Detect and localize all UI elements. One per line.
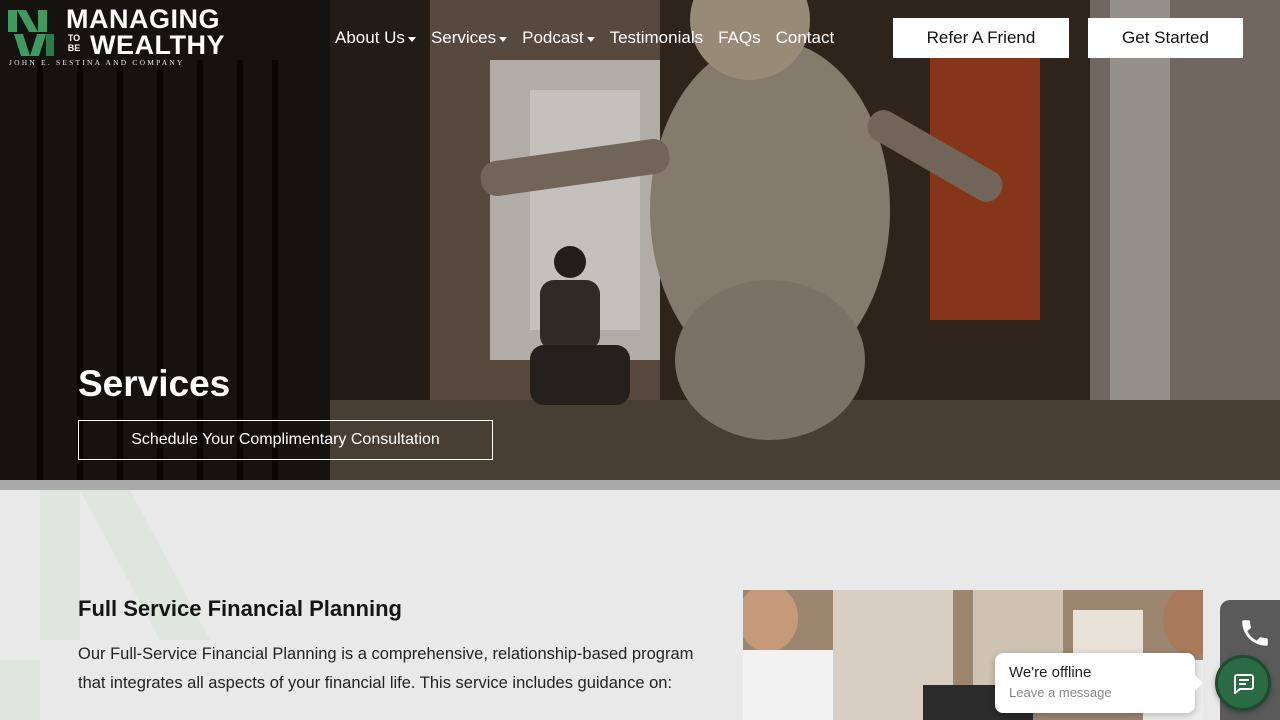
chat-offline-popup[interactable]: We're offline Leave a message [995,653,1203,713]
chat-icon [1234,674,1254,694]
hero-divider [0,480,1280,490]
logo-subtitle: JOHN E. SESTINA AND COMPANY [9,58,185,67]
nav-item-label: Testimonials [609,28,704,47]
phone-icon[interactable] [1238,616,1272,650]
nav-item-label: Contact [775,28,835,47]
logo-mark-icon [8,10,54,56]
logo-text-wealthy: WEALTHY [90,30,225,60]
nav-item-contact[interactable]: Contact [776,26,835,50]
chat-leave-message-link[interactable]: Leave a message [1009,683,1181,703]
hero-banner [0,0,1280,480]
section-heading: Full Service Financial Planning [78,596,402,621]
nav-item-label: Services [430,28,497,47]
nav-item-label: Podcast [522,28,584,47]
nav-item-podcast[interactable]: Podcast [522,26,595,50]
page-title: Services [78,363,231,404]
nav-item-label: About Us [335,28,405,47]
site-logo[interactable]: MANAGING TO BE WEALTHY JOHN E. SESTINA A… [8,6,230,68]
schedule-consultation-button[interactable]: Schedule Your Complimentary Consultation [78,420,493,460]
nav-item-about-us[interactable]: About Us [335,26,416,50]
chevron-down-icon [586,36,595,42]
chat-launcher-button[interactable] [1215,655,1271,711]
logo-text-to-be: TO BE [67,33,81,53]
nav-item-label: FAQs [718,28,761,47]
chevron-down-icon [499,36,508,42]
get-started-button[interactable]: Get Started [1088,18,1243,58]
chevron-down-icon [407,36,416,42]
hero-overlay [0,0,1280,480]
nav-item-testimonials[interactable]: Testimonials [610,26,704,50]
chat-status-title: We're offline [1009,664,1092,681]
main-navigation: About Us Services Podcast Testimonials F… [335,26,849,50]
nav-item-faqs[interactable]: FAQs [718,26,761,50]
section-paragraph: Our Full-Service Financial Planning is a… [78,645,694,692]
refer-a-friend-button[interactable]: Refer A Friend [893,18,1069,58]
nav-item-services[interactable]: Services [430,26,508,50]
logo-text-managing: MANAGING [66,4,220,34]
chat-popup-pointer [1195,675,1203,691]
